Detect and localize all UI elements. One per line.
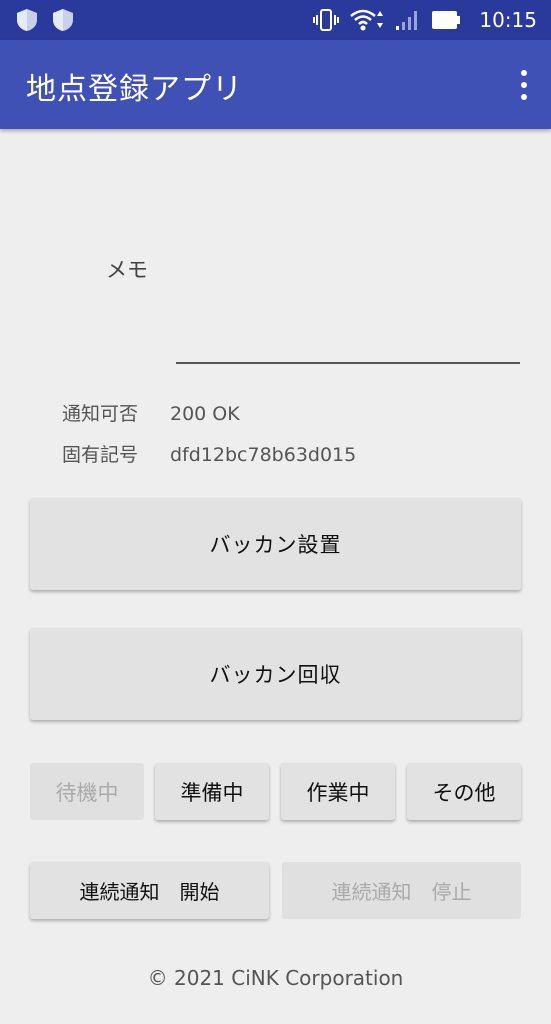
notify-label: 通知可否 [62,403,139,425]
app-bar: 地点登録アプリ [0,40,551,129]
shield-icon [17,9,37,31]
id-value: dfd12bc78b63d015 [170,444,357,466]
memo-label: メモ [106,258,148,282]
wifi-icon [350,9,384,31]
status-working-button[interactable]: 作業中 [281,763,395,820]
signal-icon [396,11,418,30]
id-row: 固有記号 dfd12bc78b63d015 [62,440,356,467]
id-label: 固有記号 [62,444,139,466]
shield-icon [53,9,73,31]
install-bin-button[interactable]: バッカン設置 [30,498,521,590]
copyright-footer: © 2021 CiNK Corporation [147,966,404,990]
collect-bin-button[interactable]: バッカン回収 [30,628,521,720]
app-title: 地点登録アプリ [26,72,243,107]
status-standby-button[interactable]: 待機中 [30,763,144,820]
vibrate-icon [313,9,340,31]
status-other-button[interactable]: その他 [407,763,521,820]
continuous-stop-button[interactable]: 連続通知 停止 [282,862,521,919]
notify-row: 通知可否 200 OK [62,399,240,426]
continuous-start-button[interactable]: 連続通知 開始 [30,862,269,919]
notify-value: 200 OK [170,403,240,425]
clock-time: 10:15 [479,8,537,32]
more-vert-icon[interactable] [517,70,531,100]
memo-input[interactable] [176,300,520,364]
status-preparing-button[interactable]: 準備中 [155,763,269,820]
battery-icon [432,11,461,29]
status-bar: 10:15 [0,0,551,40]
